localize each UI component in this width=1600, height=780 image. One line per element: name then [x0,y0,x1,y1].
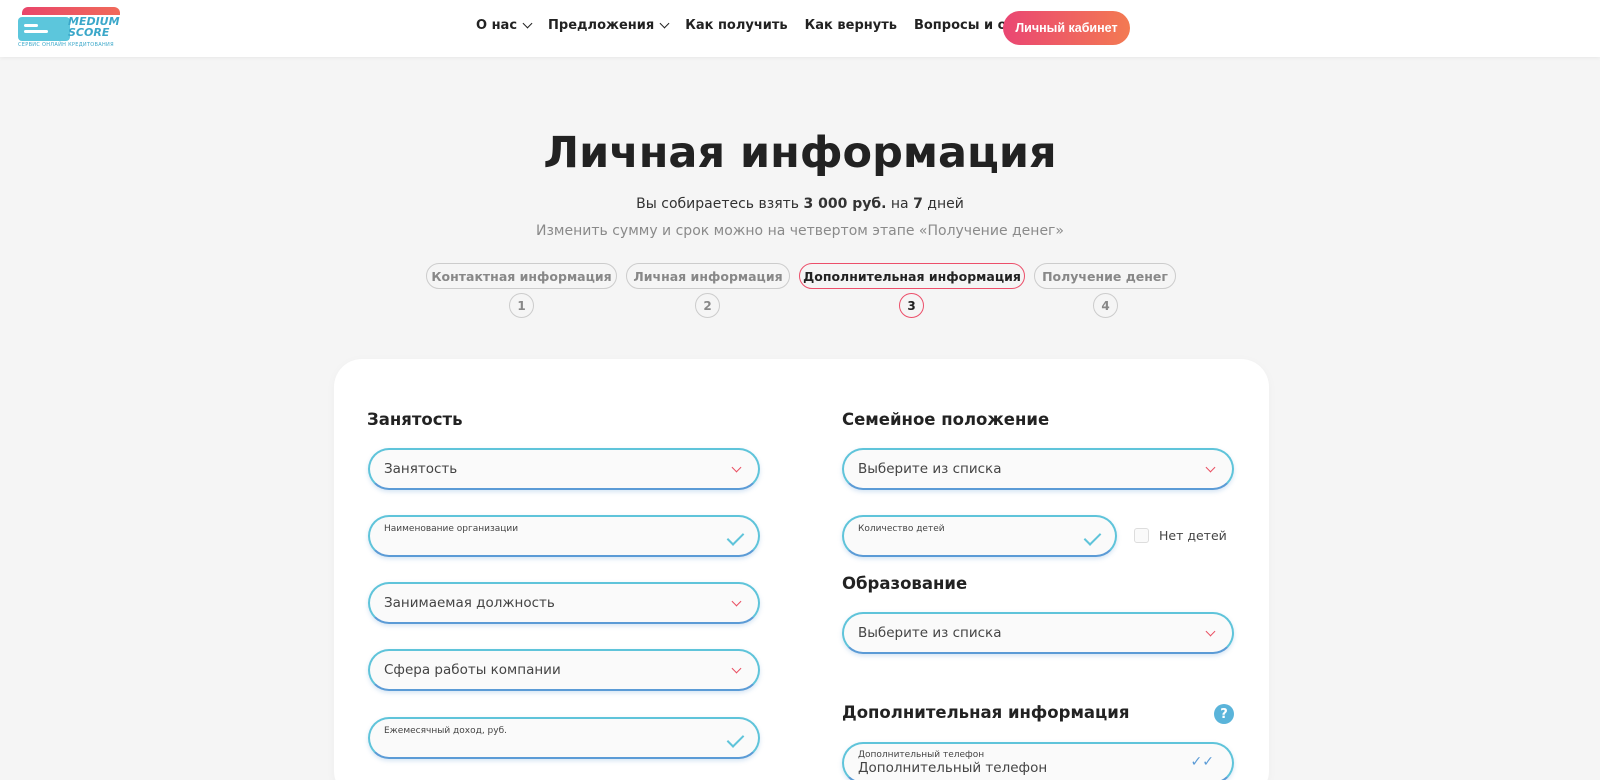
loan-summary-mid: на [886,196,914,212]
nav-how-get[interactable]: Как получить [685,18,787,33]
logo-bar [22,7,120,15]
education-select-value: Выберите из списка [858,625,1002,641]
help-icon[interactable]: ? [1214,704,1234,724]
company-sphere-select[interactable]: Сфера работы компании [368,649,760,691]
position-select-value: Занимаемая должность [384,595,555,611]
education-title: Образование [842,574,968,593]
main-nav: О нас Предложения Как получить Как верну… [476,18,1067,33]
loan-days: 7 [913,196,923,212]
organization-name-label: Наименование организации [384,524,519,534]
header: MEDIUM SCORE СЕРВИС ОНЛАЙН КРЕДИТОВАНИЯ … [0,0,1600,57]
family-status-select-value: Выберите из списка [858,461,1002,477]
nav-how-return[interactable]: Как вернуть [805,18,897,33]
loan-summary: Вы собираетесь взять 3 000 руб. на 7 дне… [0,196,1600,212]
step-number-2: 2 [695,293,720,318]
nav-about[interactable]: О нас [476,18,533,33]
chevron-down-icon [731,462,742,473]
logo-line2: SCORE [68,26,110,39]
chevron-down-icon [731,663,742,674]
checkmark-icon [726,528,745,546]
family-status-select[interactable]: Выберите из списка [842,448,1234,490]
employment-select-value: Занятость [384,461,458,477]
step-contact-info[interactable]: Контактная информация [426,263,617,289]
change-hint: Изменить сумму и срок можно на четвертом… [536,223,1064,239]
additional-phone-field[interactable]: Дополнительный телефон Дополнительный те… [842,742,1234,780]
loan-amount: 3 000 руб. [803,196,887,212]
organization-name-field[interactable]: Наименование организации [368,515,760,557]
step-number-4: 4 [1093,293,1118,318]
additional-info-title: Дополнительная информация [842,703,1130,722]
logo-card-icon [18,17,70,41]
nav-about-label: О нас [476,18,518,33]
family-status-title: Семейное положение [842,410,1050,429]
no-children-checkbox[interactable] [1134,528,1149,543]
checkmark-icon [1083,528,1102,546]
additional-phone-label: Дополнительный телефон [858,750,985,760]
checkmark-icon [726,730,745,748]
page-title: Личная информация [543,128,1057,178]
loan-summary-suffix: дней [922,196,964,212]
nav-offers-label: Предложения [548,18,655,33]
step-number-1: 1 [509,293,534,318]
step-additional-info[interactable]: Дополнительная информация [799,263,1025,289]
monthly-income-label: Ежемесячный доход, руб. [384,726,507,736]
logo-tagline: СЕРВИС ОНЛАЙН КРЕДИТОВАНИЯ [18,42,114,48]
logo-text: MEDIUM SCORE [68,16,120,38]
logo[interactable]: MEDIUM SCORE СЕРВИС ОНЛАЙН КРЕДИТОВАНИЯ [18,7,120,49]
chevron-down-icon [1205,462,1216,473]
chevron-down-icon [731,596,742,607]
step-number-3: 3 [899,293,924,318]
education-select[interactable]: Выберите из списка [842,612,1234,654]
step-get-money[interactable]: Получение денег [1034,263,1176,289]
chevron-down-icon [1205,626,1216,637]
children-count-label: Количество детей [858,524,945,534]
employment-title: Занятость [367,410,463,429]
personal-cabinet-button[interactable]: Личный кабинет [1003,11,1130,45]
employment-select[interactable]: Занятость [368,448,760,490]
company-sphere-select-value: Сфера работы компании [384,662,561,678]
loan-summary-prefix: Вы собираетесь взять [636,196,804,212]
step-personal-info[interactable]: Личная информация [626,263,790,289]
chevron-down-icon [659,18,670,29]
chevron-down-icon [522,18,533,29]
double-check-icon: ✓✓ [1190,754,1214,770]
additional-phone-input: Дополнительный телефон [858,760,1048,776]
nav-offers[interactable]: Предложения [548,18,670,33]
no-children-label[interactable]: Нет детей [1159,528,1227,543]
monthly-income-field[interactable]: Ежемесячный доход, руб. [368,717,760,759]
position-select[interactable]: Занимаемая должность [368,582,760,624]
children-count-field[interactable]: Количество детей [842,515,1117,557]
